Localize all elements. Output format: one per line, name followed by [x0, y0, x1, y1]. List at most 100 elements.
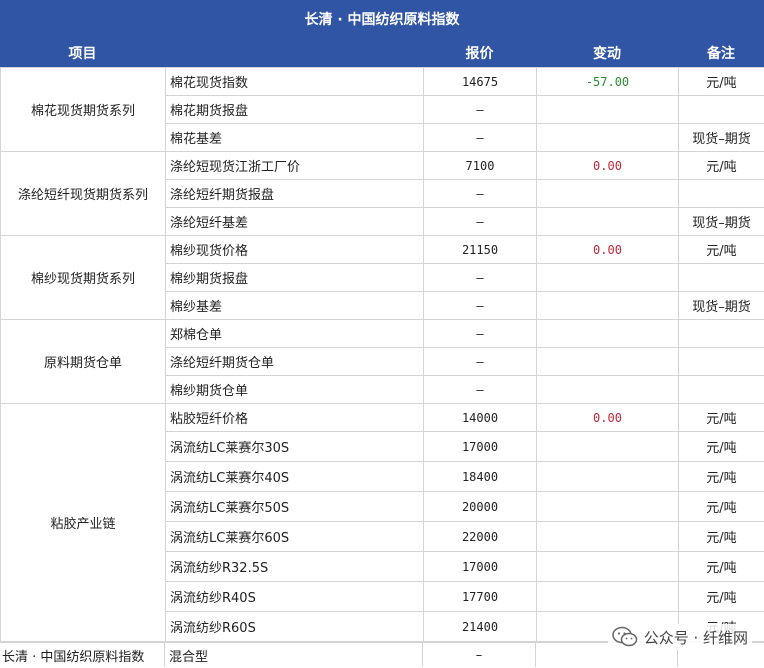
change-cell: [536, 375, 679, 404]
note-cell: 现货–期货: [678, 123, 764, 152]
table-row: 原料期货仓单 郑棉仓单 –: [0, 319, 764, 404]
watermark: 公众号 · 纤维网: [607, 624, 752, 650]
change-cell: [536, 179, 679, 208]
note-cell: 元/吨: [678, 491, 764, 522]
price-cell: 21400: [423, 611, 537, 642]
note-cell: 元/吨: [678, 581, 764, 612]
group-label: 涤纶短纤现货期货系列: [0, 151, 166, 236]
note-cell: 元/吨: [678, 461, 764, 492]
note-cell: [678, 95, 764, 124]
header-item: 项目: [68, 45, 97, 62]
change-cell: 0.00: [536, 151, 679, 180]
note-cell: 元/吨: [678, 403, 764, 432]
item-cell: 涤纶短现货江浙工厂价: [165, 151, 424, 180]
item-cell: 涡流纺LC莱赛尔30S: [165, 431, 424, 462]
price-cell: –: [423, 291, 537, 320]
price-cell: 22000: [423, 521, 537, 552]
change-cell: [536, 347, 679, 376]
price-cell: –: [423, 375, 537, 404]
price-cell: 17700: [423, 581, 537, 612]
header-price: 报价: [465, 45, 494, 62]
note-cell: [678, 179, 764, 208]
table-row: 粘胶产业链 粘胶短纤价格 14000 0.00 元/吨: [0, 403, 764, 642]
price-table: 棉花现货期货系列 棉花现货指数 14675 -57.00 元/吨 棉花期货报盘 – 棉花基差 –…: [0, 67, 764, 642]
item-cell: 棉花现货指数: [165, 67, 424, 96]
price-cell: 21150: [423, 235, 537, 264]
note-cell: [678, 263, 764, 292]
page: 长清 · 中国纺织原料指数 项目 报价 变动 备注 棉花现货期货系列 棉花现货指数…: [0, 0, 764, 668]
group-label: 棉花现货期货系列: [0, 67, 166, 152]
table-header: 项目 报价 变动 备注: [0, 38, 764, 67]
change-cell: [536, 291, 679, 320]
item-cell: 棉纱期货仓单: [165, 375, 424, 404]
price-cell: 7100: [423, 151, 537, 180]
price-cell: 14000: [423, 403, 537, 432]
price-cell: –: [423, 123, 537, 152]
item-cell: 涡流纺纱R32.5S: [165, 551, 424, 582]
item-cell: 涡流纺LC莱赛尔60S: [165, 521, 424, 552]
price-cell: –: [423, 347, 537, 376]
price-cell: 18400: [423, 461, 537, 492]
note-cell: 现货–期货: [678, 207, 764, 236]
watermark-text: 公众号 · 纤维网: [643, 628, 748, 647]
note-cell: [678, 375, 764, 404]
price-cell: –: [423, 207, 537, 236]
change-cell: [536, 461, 679, 492]
change-cell: [536, 551, 679, 582]
header-spacer: [165, 38, 423, 67]
note-cell: [678, 347, 764, 376]
item-cell: 涡流纺LC莱赛尔50S: [165, 491, 424, 522]
change-cell: [536, 95, 679, 124]
change-cell: 0.00: [536, 403, 679, 432]
note-cell: [678, 319, 764, 348]
change-cell: [536, 431, 679, 462]
wechat-icon: [611, 626, 637, 647]
note-cell: 现货–期货: [678, 291, 764, 320]
last-row-group: 长清 · 中国纺织原料指数: [0, 643, 165, 667]
item-cell: 粘胶短纤价格: [165, 403, 424, 432]
item-cell: 涤纶短纤期货报盘: [165, 179, 424, 208]
change-cell: [536, 123, 679, 152]
price-cell: –: [423, 179, 537, 208]
item-cell: 郑棉仓单: [165, 319, 424, 348]
change-cell: [536, 207, 679, 236]
item-cell: 棉纱期货报盘: [165, 263, 424, 292]
note-cell: 元/吨: [678, 431, 764, 462]
change-cell: [536, 491, 679, 522]
group-label: 原料期货仓单: [0, 319, 166, 404]
last-row-price: –: [423, 643, 536, 667]
group-label: 棉纱现货期货系列: [0, 235, 166, 320]
price-cell: –: [423, 263, 537, 292]
item-cell: 涤纶短纤基差: [165, 207, 424, 236]
note-cell: 元/吨: [678, 551, 764, 582]
table-row: 涤纶短纤现货期货系列 涤纶短现货江浙工厂价 7100 0.00 元/吨: [0, 151, 764, 236]
header-change: 变动: [593, 45, 621, 62]
last-row-item: 混合型: [165, 643, 423, 667]
change-cell: [536, 521, 679, 552]
change-cell: 0.00: [536, 235, 679, 264]
item-cell: 涡流纺纱R40S: [165, 581, 424, 612]
change-cell: [536, 319, 679, 348]
price-cell: 17000: [423, 431, 537, 462]
price-cell: –: [423, 319, 537, 348]
change-cell: [536, 263, 679, 292]
header-note: 备注: [707, 45, 735, 62]
price-cell: 14675: [423, 67, 537, 96]
change-cell: [536, 581, 679, 612]
item-cell: 棉纱现货价格: [165, 235, 424, 264]
price-cell: –: [423, 95, 537, 124]
note-cell: 元/吨: [678, 151, 764, 180]
item-cell: 涡流纺LC莱赛尔40S: [165, 461, 424, 492]
note-cell: 元/吨: [678, 235, 764, 264]
item-cell: 棉花期货报盘: [165, 95, 424, 124]
table-row: 棉纱现货期货系列 棉纱现货价格 21150 0.00 元/吨: [0, 235, 764, 320]
item-cell: 棉花基差: [165, 123, 424, 152]
price-cell: 20000: [423, 491, 537, 522]
group-label: 粘胶产业链: [0, 403, 166, 642]
table-row: 棉花现货期货系列 棉花现货指数 14675 -57.00 元/吨: [0, 67, 764, 152]
item-cell: 棉纱基差: [165, 291, 424, 320]
change-cell: -57.00: [536, 67, 679, 96]
item-cell: 涤纶短纤期货仓单: [165, 347, 424, 376]
page-title: 长清 · 中国纺织原料指数: [0, 0, 764, 38]
note-cell: 元/吨: [678, 67, 764, 96]
